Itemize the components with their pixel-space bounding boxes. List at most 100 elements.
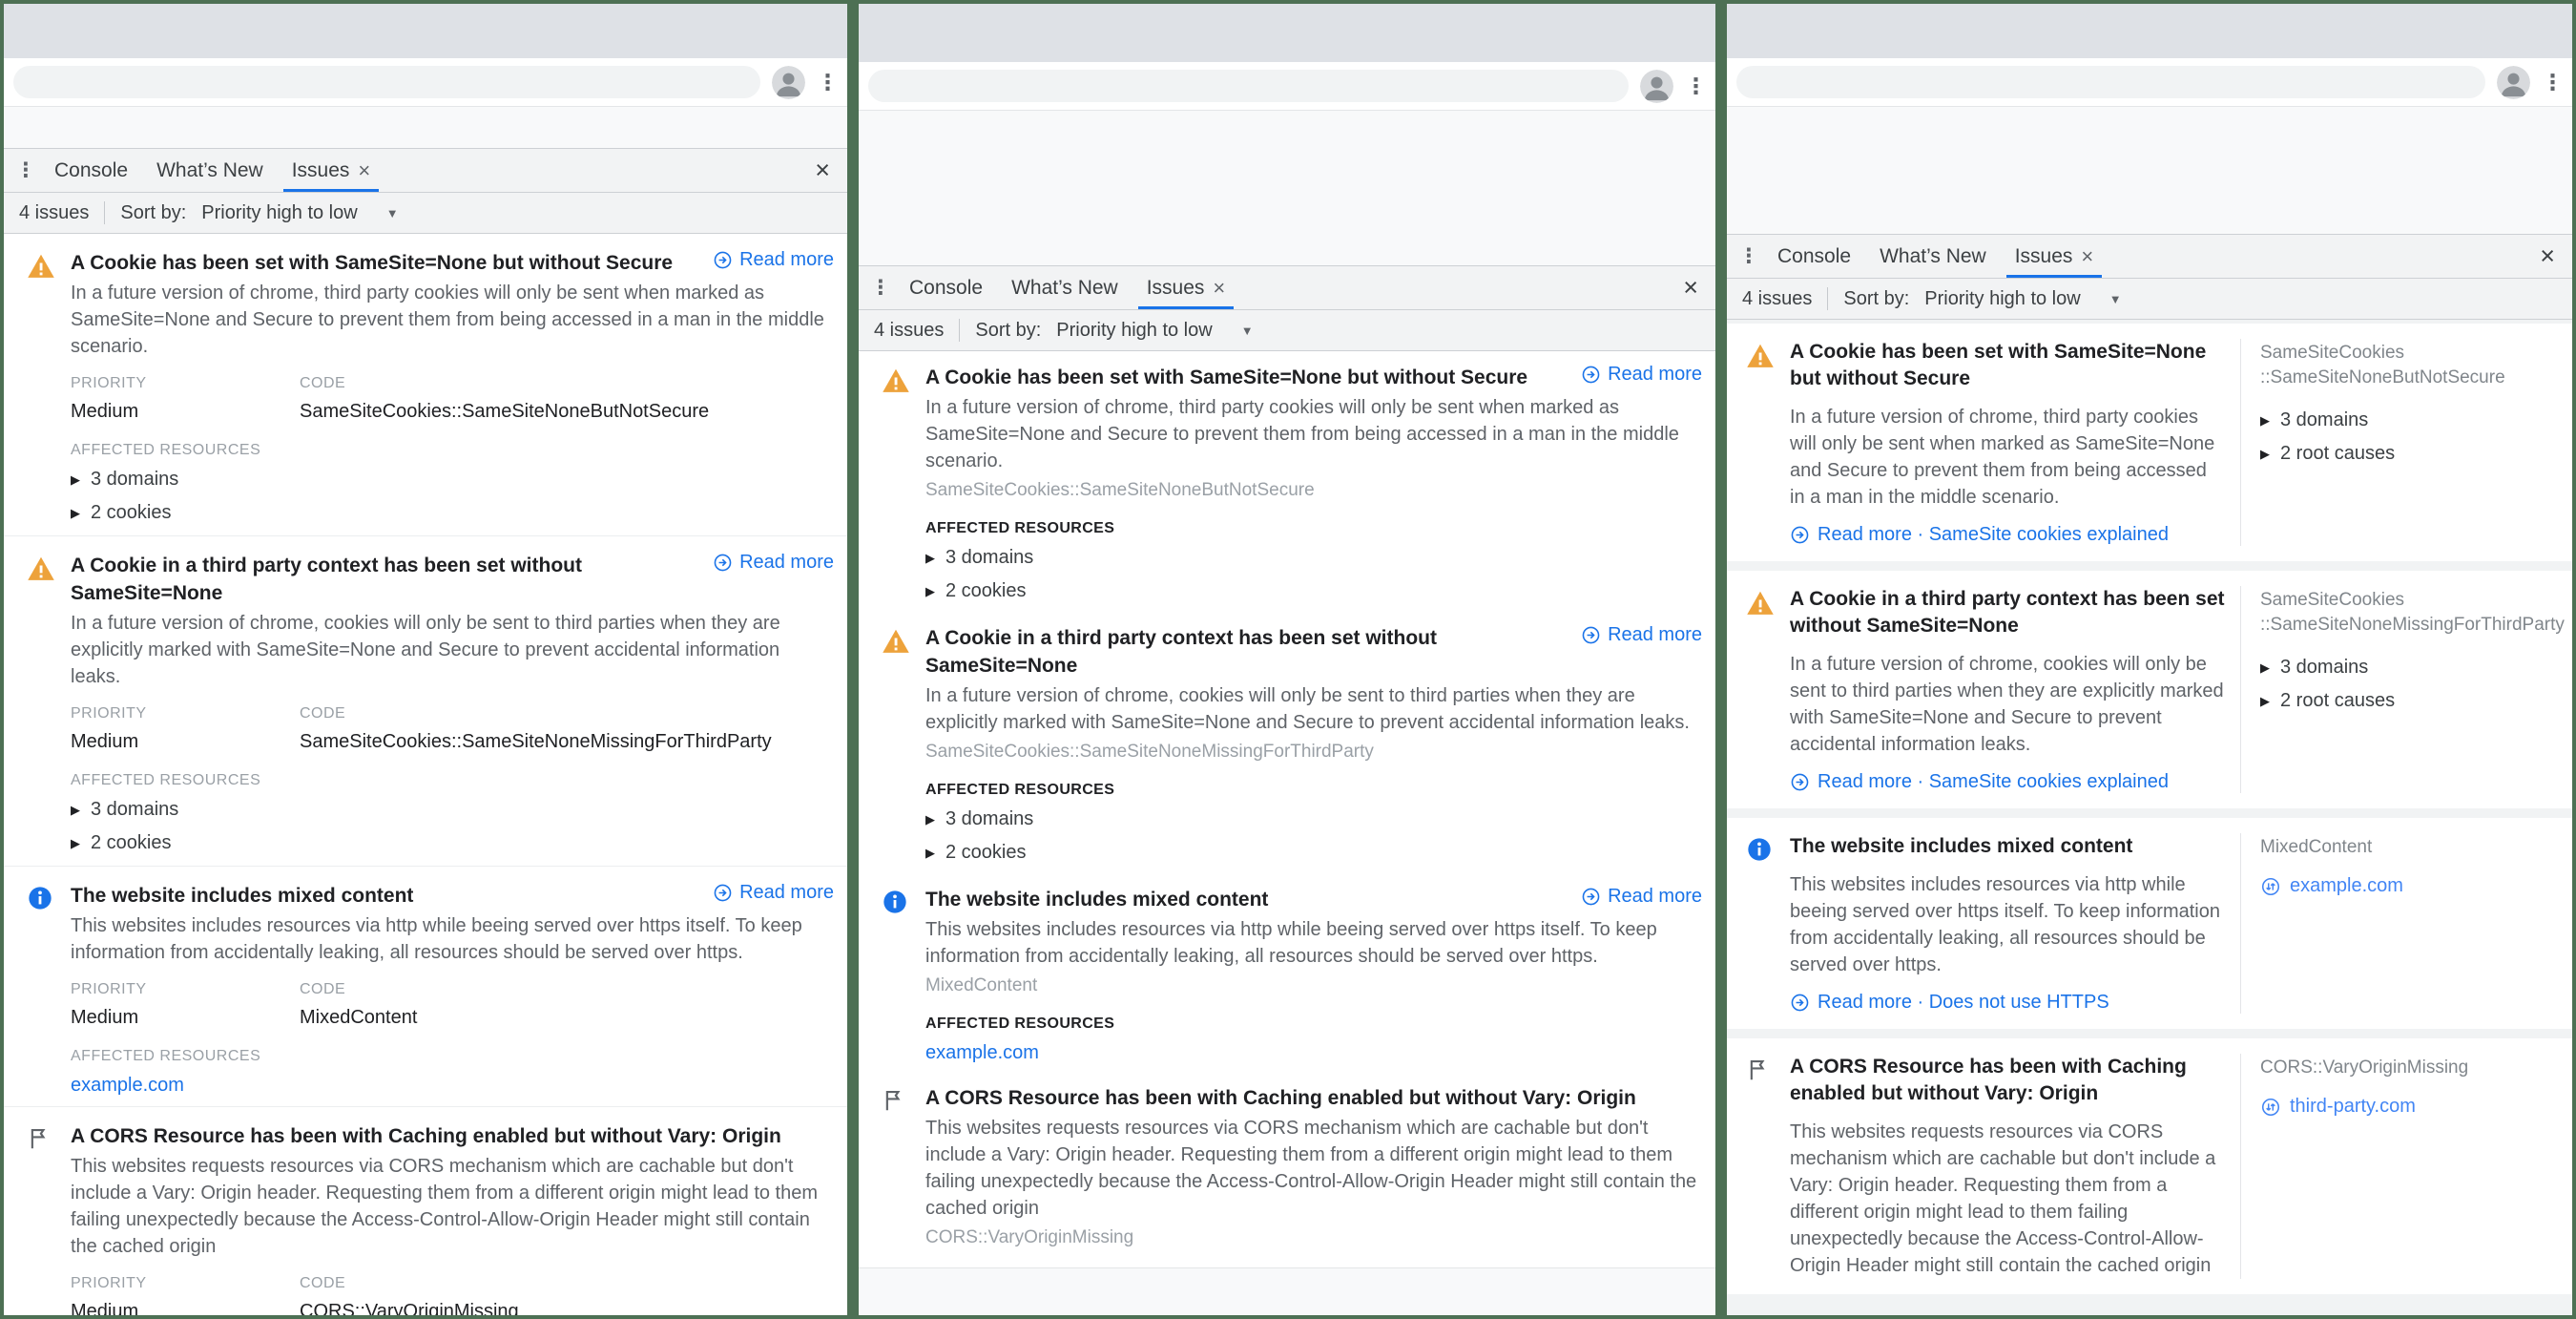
- issue-title: A Cookie has been set with SameSite=None…: [1790, 341, 2207, 389]
- affected-resources-label: AFFECTED RESOURCES: [71, 442, 261, 458]
- issues-list: A Cookie has been set with SameSite=None…: [4, 234, 847, 1315]
- resource-link[interactable]: third-party.com: [2260, 1096, 2557, 1118]
- issue-description: In a future version of chrome, cookies w…: [1790, 654, 2224, 755]
- read-more-arrow-icon: [714, 884, 732, 902]
- page-background: [4, 106, 847, 148]
- tab-label: What’s New: [156, 158, 263, 181]
- read-more-link[interactable]: Read more: [713, 249, 834, 271]
- browser-toolbar: ⋮: [859, 62, 1715, 110]
- tab-whats-new[interactable]: What’s New: [1865, 235, 2001, 278]
- issue-title: A Cookie in a third party context has be…: [71, 555, 582, 604]
- issue-samesite-third-party: A Cookie in a third party context has be…: [4, 536, 847, 867]
- read-more-link[interactable]: Read more · Does not use HTTPS: [1790, 992, 2225, 1014]
- tab-whats-new[interactable]: What’s New: [997, 266, 1132, 309]
- devtools-menu-icon[interactable]: ⋮: [866, 266, 895, 309]
- sort-value: Priority high to low: [201, 201, 358, 223]
- expand-domains[interactable]: ▶ 3 domains: [2260, 408, 2557, 433]
- tab-label: Console: [1777, 244, 1852, 267]
- avatar[interactable]: [2497, 65, 2530, 99]
- warning-icon: [882, 366, 910, 604]
- avatar[interactable]: [1640, 69, 1673, 103]
- code-value-line: ::SameSiteNoneButNotSecure: [2260, 367, 2505, 387]
- priority-value: Medium: [71, 1301, 139, 1315]
- expand-triangle-icon: ▶: [2260, 660, 2270, 675]
- code-value: SameSiteCookies::SameSiteNoneButNotSecur…: [300, 401, 710, 422]
- expand-cookies[interactable]: ▶ 2 cookies: [925, 578, 1702, 604]
- tab-console[interactable]: Console: [40, 149, 142, 192]
- browser-toolbar: ⋮: [1727, 58, 2572, 106]
- address-bar[interactable]: [868, 70, 1629, 102]
- read-more-link[interactable]: Read more · SameSite cookies explained: [1790, 524, 2225, 546]
- tab-console[interactable]: Console: [1763, 235, 1865, 278]
- address-bar[interactable]: [1736, 66, 2485, 98]
- expand-root-causes[interactable]: ▶ 2 root causes: [2260, 688, 2557, 714]
- priority-label: PRIORITY: [71, 981, 147, 997]
- read-more-arrow-icon: [714, 251, 732, 269]
- expand-cookies[interactable]: ▶ 2 cookies: [71, 830, 834, 856]
- affected-resources-label: AFFECTED RESOURCES: [71, 1048, 261, 1064]
- issue-title: A Cookie in a third party context has be…: [1790, 588, 2225, 637]
- expand-domains[interactable]: ▶ 3 domains: [925, 545, 1702, 571]
- browser-menu-icon[interactable]: ⋮: [1685, 74, 1707, 97]
- tab-issues[interactable]: Issues ×: [1132, 266, 1240, 309]
- issue-samesite-not-secure: A Cookie has been set with SameSite=None…: [4, 234, 847, 536]
- tab-issues[interactable]: Issues ×: [278, 149, 385, 192]
- address-bar[interactable]: [13, 66, 760, 98]
- sort-dropdown-arrow-icon: ▼: [385, 205, 399, 220]
- cookies-count: 2 cookies: [91, 832, 172, 853]
- devtools-menu-icon[interactable]: ⋮: [11, 149, 40, 192]
- read-more-link[interactable]: Read more: [713, 552, 834, 574]
- close-icon[interactable]: ×: [805, 149, 840, 192]
- priority-label: PRIORITY: [71, 705, 147, 722]
- read-more-arrow-icon: [1582, 366, 1600, 384]
- issue-description: This websites includes resources via htt…: [71, 915, 802, 963]
- issue-side-panel: MixedContent example.com: [2240, 833, 2557, 1014]
- avatar[interactable]: [772, 65, 805, 99]
- sort-dropdown[interactable]: Priority high to low ▼: [1924, 288, 2121, 310]
- expand-domains[interactable]: ▶ 3 domains: [71, 467, 834, 492]
- tab-whats-new[interactable]: What’s New: [142, 149, 278, 192]
- issue-count: 4 issues: [874, 319, 945, 341]
- tab-issues[interactable]: Issues ×: [2001, 235, 2109, 278]
- expand-domains[interactable]: ▶ 3 domains: [2260, 655, 2557, 680]
- read-more-label: Read more: [1608, 886, 1702, 907]
- tab-close-icon[interactable]: ×: [1213, 277, 1225, 299]
- close-icon[interactable]: ×: [2530, 235, 2565, 278]
- devtools-tab-bar: ⋮ Console What’s New Issues × ×: [1727, 234, 2572, 279]
- affected-resources-label: AFFECTED RESOURCES: [925, 520, 1115, 536]
- code-value-line: CORS::VaryOriginMissing: [2260, 1057, 2469, 1078]
- expand-domains[interactable]: ▶ 3 domains: [925, 806, 1702, 832]
- read-more-label: Read more · SameSite cookies explained: [1818, 524, 2169, 545]
- info-icon: [1746, 836, 1775, 1014]
- sort-dropdown-arrow-icon: ▼: [1240, 323, 1254, 338]
- sort-dropdown[interactable]: Priority high to low ▼: [1056, 320, 1253, 342]
- code-label: CODE: [300, 1275, 346, 1291]
- code-label: CODE: [300, 981, 346, 997]
- close-icon[interactable]: ×: [1673, 266, 1708, 309]
- sort-dropdown[interactable]: Priority high to low ▼: [201, 202, 398, 224]
- expand-domains[interactable]: ▶ 3 domains: [71, 797, 834, 823]
- issue-card-samesite-third-party: A Cookie in a third party context has be…: [1727, 571, 2572, 808]
- devtools-tab-bar: ⋮ Console What’s New Issues × ×: [859, 265, 1715, 310]
- read-more-link[interactable]: Read more: [713, 882, 834, 904]
- expand-triangle-icon: ▶: [71, 506, 80, 520]
- issue-card-cors-vary-origin: A CORS Resource has been with Caching en…: [1727, 1038, 2572, 1294]
- tab-close-icon[interactable]: ×: [2081, 245, 2093, 267]
- browser-menu-icon[interactable]: ⋮: [2542, 71, 2564, 94]
- tab-close-icon[interactable]: ×: [358, 159, 370, 181]
- issues-list: A Cookie has been set with SameSite=None…: [859, 351, 1715, 1267]
- read-more-link[interactable]: Read more · SameSite cookies explained: [1790, 771, 2225, 793]
- expand-root-causes[interactable]: ▶ 2 root causes: [2260, 441, 2557, 467]
- resource-link-label: third-party.com: [2290, 1096, 2416, 1117]
- read-more-link[interactable]: Read more: [1581, 624, 1702, 646]
- read-more-link[interactable]: Read more: [1581, 364, 1702, 386]
- resource-link[interactable]: example.com: [925, 1042, 1702, 1064]
- browser-menu-icon[interactable]: ⋮: [817, 71, 839, 94]
- tab-console[interactable]: Console: [895, 266, 997, 309]
- expand-cookies[interactable]: ▶ 2 cookies: [71, 500, 834, 526]
- devtools-menu-icon[interactable]: ⋮: [1735, 235, 1763, 278]
- resource-link[interactable]: example.com: [71, 1075, 834, 1097]
- read-more-link[interactable]: Read more: [1581, 886, 1702, 908]
- resource-link[interactable]: example.com: [2260, 875, 2557, 897]
- expand-cookies[interactable]: ▶ 2 cookies: [925, 840, 1702, 866]
